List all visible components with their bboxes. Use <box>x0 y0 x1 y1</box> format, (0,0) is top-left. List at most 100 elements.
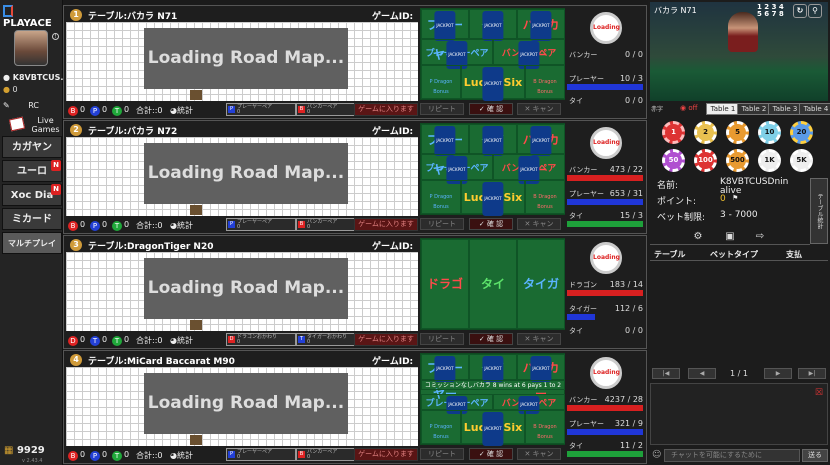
pair-text: プレーヤーペア 0 <box>237 449 273 460</box>
username-text: K8VBTCUS... <box>12 73 70 82</box>
confirm-button[interactable]: ✓ 確 認 <box>469 448 513 460</box>
rc-button[interactable]: ✎ RC <box>3 101 61 110</box>
total-count: 合計::0 <box>136 336 163 345</box>
repeat-button[interactable]: リピート <box>420 448 464 460</box>
spinner-icon <box>190 90 202 100</box>
chat-icon[interactable]: ▣ <box>724 231 736 243</box>
prev-page-button[interactable]: ◀ <box>688 368 716 379</box>
bet-b-dragon-bonus[interactable]: B Dragon Bonus <box>525 410 565 444</box>
bet-lucky-six[interactable]: JACKPOTLucky Six <box>461 65 525 101</box>
bet-player[interactable]: JACKPOTプレーヤー <box>421 124 469 177</box>
chip-5k[interactable]: 5K <box>790 149 813 172</box>
bet-dragon[interactable]: ドラゴン <box>421 239 469 379</box>
check-icon: ✓ <box>478 105 487 113</box>
bet-banker-pair[interactable]: JACKPOTバンカーペア <box>493 39 565 69</box>
stats-link[interactable]: ◕統計 <box>170 105 193 116</box>
bet-banker[interactable]: JACKPOTバンカー <box>517 124 565 177</box>
last-page-button[interactable]: ▶| <box>798 368 826 379</box>
info-icon[interactable]: ! <box>52 33 59 40</box>
chip-10[interactable]: 10 <box>758 121 781 144</box>
chip-500[interactable]: 500 <box>726 149 749 172</box>
bet-player[interactable]: JACKPOTプレーヤー <box>421 354 469 401</box>
stats-link[interactable]: ◕統計 <box>170 335 193 346</box>
chip-1[interactable]: 1 <box>662 121 685 144</box>
bet-banker[interactable]: JACKPOTバンカー <box>517 9 565 62</box>
enter-game-button[interactable]: ゲームに入ります <box>354 103 418 116</box>
chip-50[interactable]: 50 <box>662 149 685 172</box>
jackpot-badge: JACKPOT <box>530 126 552 156</box>
chip-2[interactable]: 2 <box>694 121 717 144</box>
chip-1k[interactable]: 1K <box>758 149 781 172</box>
sidebar-item-euro[interactable]: ユーロ N <box>2 160 62 182</box>
sound-label: 赤字 <box>651 106 664 113</box>
cancel-button[interactable]: ✕ キャン <box>517 333 561 345</box>
chip-5[interactable]: 5 <box>726 121 749 144</box>
confirm-button[interactable]: ✓ 確 認 <box>469 333 513 345</box>
table-stats: D0T0T0 合計::0 ◕統計 D ドラゴンおかわり 0 T タイガーおかわり 0 … <box>66 333 418 348</box>
bet-banker-pair[interactable]: JACKPOTバンカーペア <box>493 394 565 414</box>
stats-label: 統計 <box>176 336 193 345</box>
sidebar-item-xocdia[interactable]: Xoc Dia N <box>2 184 62 206</box>
send-button[interactable]: 送る <box>802 449 828 462</box>
tab-table-2[interactable]: Table 2 <box>737 103 771 115</box>
live-video[interactable]: バカラ N71 1 2 3 4 5 6 7 8 ↻ ⚲ <box>650 2 828 101</box>
bet-player-pair[interactable]: JACKPOTプレーヤーペア <box>421 394 493 414</box>
logo: PLAYACE <box>3 5 63 29</box>
live-games-button[interactable]: Live Games <box>8 114 62 136</box>
enter-game-button[interactable]: ゲームに入ります <box>354 448 418 461</box>
bet-player[interactable]: JACKPOTプレーヤー <box>421 9 469 62</box>
stats-link[interactable]: ◕統計 <box>170 450 193 461</box>
bet-lucky-six[interactable]: JACKPOTLucky Six <box>461 180 525 216</box>
next-page-button[interactable]: ▶ <box>764 368 792 379</box>
chip-100[interactable]: 100 <box>694 149 717 172</box>
repeat-button[interactable]: リピート <box>420 103 464 115</box>
repeat-button[interactable]: リピート <box>420 333 464 345</box>
bet-tie[interactable]: JACKPOTタイ <box>469 9 517 41</box>
stat-bar <box>567 199 643 205</box>
sidebar-item-cagayan[interactable]: カガヤン <box>2 136 62 158</box>
enter-game-button[interactable]: ゲームに入ります <box>354 333 418 346</box>
chip-value: 500 <box>730 156 745 164</box>
cancel-button[interactable]: ✕ キャン <box>517 448 561 460</box>
history-col-table: テーブル <box>654 250 686 259</box>
enter-game-button[interactable]: ゲームに入ります <box>354 218 418 231</box>
tab-table-3[interactable]: Table 3 <box>768 103 802 115</box>
bet-p-dragon-bonus[interactable]: P Dragon Bonus <box>421 65 461 99</box>
road-map: Loading Road Map... <box>66 137 418 216</box>
tab-table-4[interactable]: Table 4 <box>799 103 830 115</box>
table-stats-tab[interactable]: テーブル統計 <box>810 178 828 244</box>
bet-b-dragon-bonus[interactable]: B Dragon Bonus <box>525 180 565 214</box>
refresh-icon[interactable]: ↻ <box>793 4 807 18</box>
bet-tie[interactable]: JACKPOTタイ <box>469 354 517 382</box>
tab-table-1[interactable]: Table 1 <box>706 103 740 115</box>
zoom-icon[interactable]: ⚲ <box>808 4 822 18</box>
bet-banker-pair[interactable]: JACKPOTバンカーペア <box>493 154 565 184</box>
chip-20[interactable]: 20 <box>790 121 813 144</box>
chat-close-icon[interactable]: ☒ <box>815 388 823 398</box>
bet-tie[interactable]: JACKPOTタイ <box>469 124 517 156</box>
confirm-button[interactable]: ✓ 確 認 <box>469 218 513 230</box>
bet-b-dragon-bonus[interactable]: B Dragon Bonus <box>525 65 565 99</box>
emoji-icon[interactable]: ☺ <box>652 450 661 460</box>
sidebar-item-multiplay[interactable]: マルチプレイ <box>2 232 62 254</box>
sidebar-item-micard[interactable]: ミカード <box>2 208 62 230</box>
bet-player-pair[interactable]: JACKPOTプレーヤーペア <box>421 154 493 184</box>
cancel-button[interactable]: ✕ キャン <box>517 218 561 230</box>
bet-tie[interactable]: タイ <box>469 239 517 329</box>
repeat-button[interactable]: リピート <box>420 218 464 230</box>
bet-lucky-six[interactable]: JACKPOTLucky Six <box>461 410 525 446</box>
bet-banker[interactable]: JACKPOTバンカー <box>517 354 565 401</box>
stats-link[interactable]: ◕統計 <box>170 220 193 231</box>
bet-tiger[interactable]: タイガー <box>517 239 565 379</box>
gear-icon[interactable]: ⚙ <box>692 231 704 243</box>
exit-icon[interactable]: ⇨ <box>754 231 766 243</box>
bet-p-dragon-bonus[interactable]: P Dragon Bonus <box>421 410 461 444</box>
bet-p-dragon-bonus[interactable]: P Dragon Bonus <box>421 180 461 214</box>
avatar[interactable] <box>14 30 48 66</box>
cancel-button[interactable]: ✕ キャン <box>517 103 561 115</box>
bet-player-pair[interactable]: JACKPOTプレーヤーペア <box>421 39 493 69</box>
confirm-button[interactable]: ✓ 確 認 <box>469 103 513 115</box>
first-page-button[interactable]: |◀ <box>652 368 680 379</box>
toggle-off[interactable]: ◉ off <box>680 104 697 112</box>
chat-input[interactable]: チャットを可能にするために <box>664 449 800 462</box>
